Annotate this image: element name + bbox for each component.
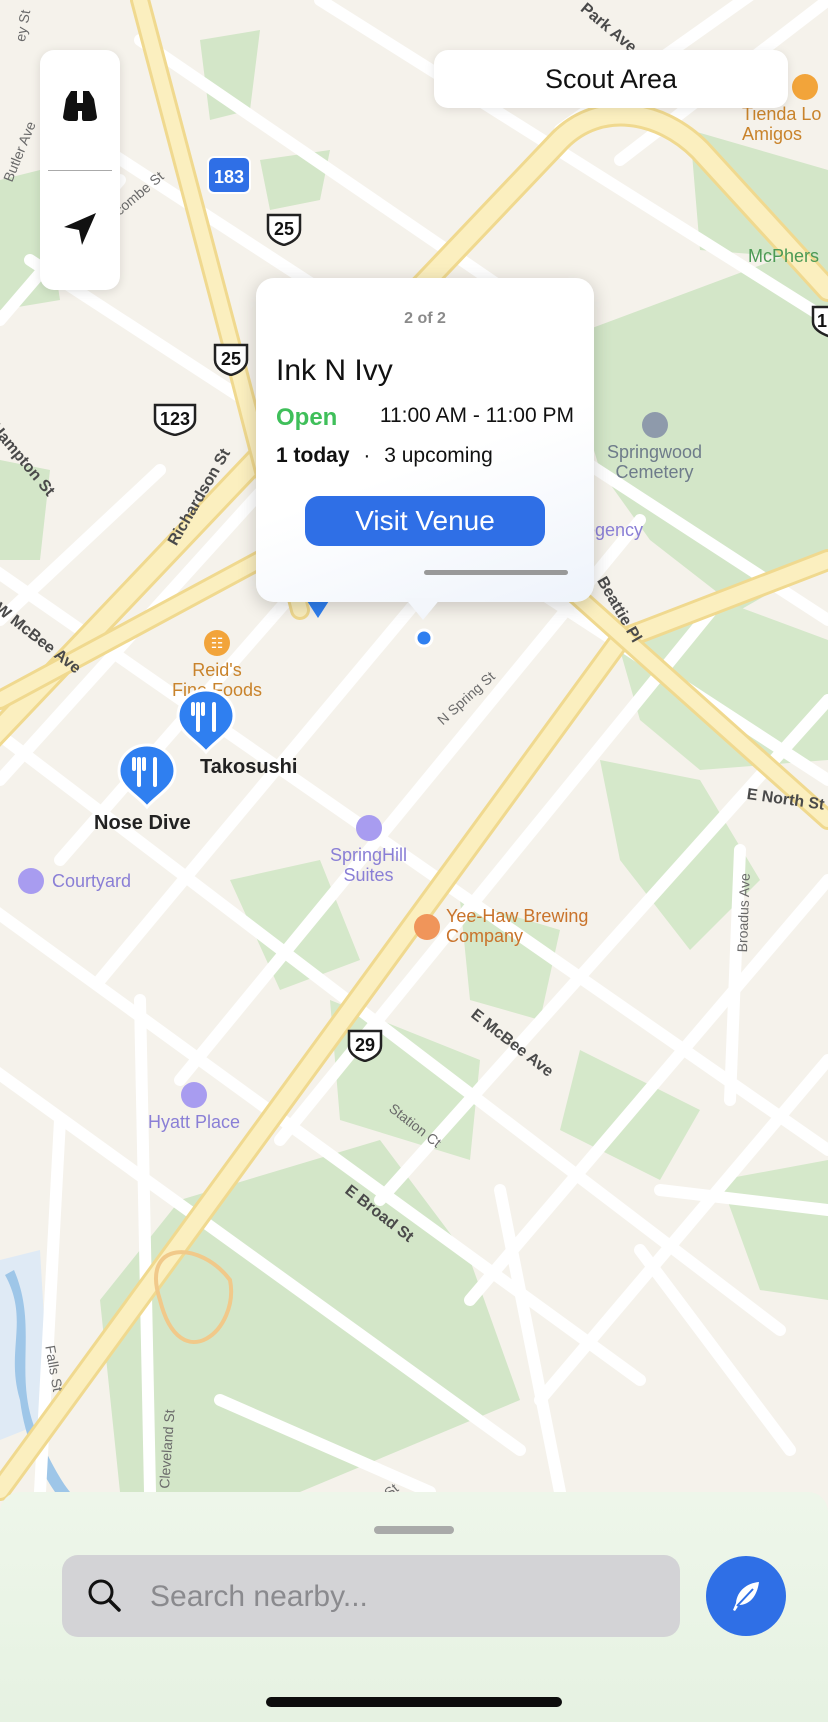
hotel-icon bbox=[181, 1082, 208, 1108]
us-25-shield: 25 bbox=[212, 342, 250, 377]
search-icon bbox=[88, 1579, 121, 1612]
shield-number: 25 bbox=[273, 219, 295, 239]
shield-number: 123 bbox=[159, 409, 191, 429]
location-arrow-icon bbox=[64, 213, 96, 245]
cemetery-icon bbox=[641, 412, 668, 438]
search-bar[interactable] bbox=[62, 1555, 680, 1639]
map-background[interactable] bbox=[0, 0, 828, 1722]
grocery-icon: ☷ bbox=[204, 630, 231, 656]
poi-label: Tienda Lo Amigos bbox=[742, 104, 822, 144]
poi-label: Courtyard bbox=[52, 870, 132, 891]
hotel-icon bbox=[18, 868, 44, 894]
grocery-icon bbox=[792, 74, 818, 100]
poi-label: Hyatt Place bbox=[148, 1112, 241, 1132]
venue-callout: 2 of 2 Ink N Ivy Open 11:00 AM - 11:00 P… bbox=[256, 278, 594, 602]
poi-springhill-suites[interactable]: SpringHill Suites bbox=[330, 815, 407, 885]
scout-area-button[interactable]: Scout Area bbox=[434, 50, 788, 108]
visit-venue-button[interactable]: Visit Venue bbox=[305, 496, 545, 546]
route-shield: 1 bbox=[810, 304, 828, 338]
search-input[interactable] bbox=[148, 1555, 662, 1639]
compose-button[interactable] bbox=[706, 1556, 786, 1636]
route-183-shield: 183 bbox=[206, 155, 252, 195]
street-label: Broadus Ave bbox=[734, 872, 753, 953]
poi-mcpherson[interactable]: McPhers bbox=[748, 246, 819, 267]
binoculars-icon bbox=[63, 91, 97, 121]
feather-icon bbox=[733, 1582, 759, 1611]
pin-label: Nose Dive bbox=[94, 812, 191, 834]
poi-courtyard[interactable]: Courtyard bbox=[18, 868, 131, 894]
us-25-shield: 25 bbox=[265, 212, 303, 247]
upcoming-count: 3 upcoming bbox=[384, 444, 493, 467]
map-controls-panel bbox=[40, 50, 120, 290]
restaurant-pin-nose-dive[interactable] bbox=[117, 741, 177, 811]
event-counts: 1 today · 3 upcoming bbox=[276, 444, 493, 468]
home-indicator bbox=[266, 1697, 562, 1707]
us-29-shield: 29 bbox=[346, 1028, 384, 1063]
open-status: Open bbox=[276, 404, 338, 431]
brewery-icon bbox=[414, 914, 440, 940]
callout-scroll-indicator bbox=[424, 570, 568, 575]
hotel-icon bbox=[355, 815, 382, 841]
shield-number: 183 bbox=[213, 167, 245, 187]
divider bbox=[48, 170, 112, 171]
shield-number: 25 bbox=[220, 349, 242, 369]
separator: · bbox=[363, 444, 371, 467]
shield-number: 29 bbox=[354, 1035, 376, 1055]
us-123-shield: 123 bbox=[152, 402, 198, 437]
venue-hours: 11:00 AM - 11:00 PM bbox=[379, 404, 574, 427]
callout-tail bbox=[405, 598, 441, 620]
bottom-sheet bbox=[0, 1492, 828, 1722]
pin-label: Takosushi bbox=[200, 756, 298, 778]
locate-me-button[interactable] bbox=[40, 174, 120, 284]
poi-springwood-cemetery[interactable]: Springwood Cemetery bbox=[607, 412, 702, 482]
binoculars-button[interactable] bbox=[40, 50, 120, 160]
shield-number: 1 bbox=[816, 311, 827, 331]
poi-hyatt-place[interactable]: Hyatt Place bbox=[148, 1082, 240, 1132]
poi-yee-haw-brewing[interactable]: Yee-Haw Brewing Company bbox=[410, 906, 588, 946]
poi-label: McPhers bbox=[748, 246, 820, 266]
poi-label: Springwood Cemetery bbox=[607, 442, 703, 482]
venue-name: Ink N Ivy bbox=[276, 354, 393, 387]
today-count: 1 today bbox=[276, 444, 350, 467]
restaurant-pin-takosushi[interactable] bbox=[176, 686, 236, 756]
poi-label: SpringHill Suites bbox=[330, 845, 408, 885]
sheet-grabber[interactable] bbox=[374, 1526, 454, 1534]
pager-text: 2 of 2 bbox=[404, 310, 446, 327]
